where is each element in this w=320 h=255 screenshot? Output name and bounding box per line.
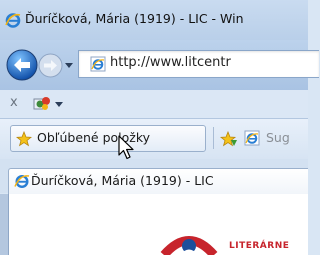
- mouse-pointer-icon: [118, 135, 134, 160]
- suggested-sites-link[interactable]: Sug: [266, 130, 290, 145]
- address-url[interactable]: http://www.litcentr: [110, 55, 231, 70]
- recent-pages-dropdown-icon[interactable]: [64, 62, 74, 70]
- litcentrum-logo-icon: [160, 236, 218, 255]
- compatibility-dropdown-icon[interactable]: [54, 101, 64, 109]
- back-button[interactable]: [6, 49, 38, 81]
- ie-page-icon: [90, 56, 106, 72]
- forward-button[interactable]: [38, 53, 63, 78]
- ie-logo-icon: [14, 174, 30, 189]
- ie-page-icon[interactable]: [244, 130, 260, 146]
- favorites-separator: [213, 127, 214, 149]
- tab-label[interactable]: Ďuríčková, Mária (1919) - LIC: [31, 173, 214, 188]
- compatibility-view-icon[interactable]: [32, 95, 52, 113]
- ie-logo-icon: [5, 13, 21, 28]
- close-icon[interactable]: x: [10, 95, 18, 110]
- logo-text: LITERÁRNE: [229, 241, 290, 251]
- window-title: Ďuríčková, Mária (1919) - LIC - Win: [25, 11, 244, 26]
- add-to-favorites-bar-icon[interactable]: [220, 131, 238, 147]
- star-icon: [16, 131, 32, 147]
